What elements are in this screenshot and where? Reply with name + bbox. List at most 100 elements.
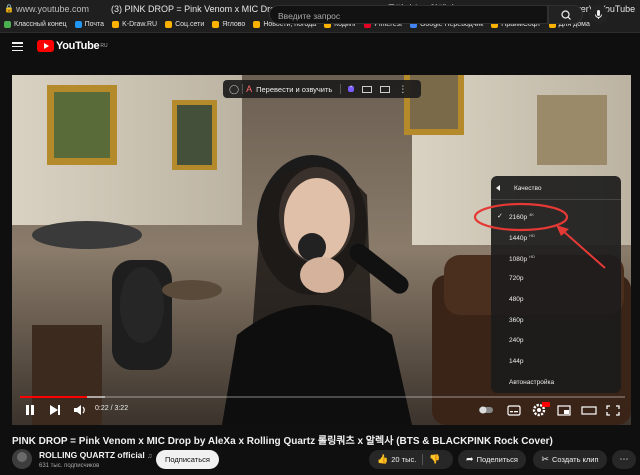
quality-option-label: 480p (509, 296, 523, 303)
autoplay-toggle[interactable] (477, 402, 495, 418)
quality-menu-title: Качество (514, 185, 542, 192)
url-text[interactable]: www.youtube.com (16, 4, 89, 14)
share-icon: ➦ (466, 454, 474, 464)
bookmark-label: Яглово (222, 21, 246, 28)
bookmark-item[interactable]: K-Draw.RU (112, 21, 157, 28)
quality-option[interactable]: Автонастройка (491, 373, 621, 393)
search-box[interactable] (269, 5, 548, 25)
bookmark-item[interactable]: Почта (74, 21, 105, 28)
quality-option-text: 144p (509, 358, 524, 366)
subscriber-count: 631 тыс. подписчиков (39, 463, 100, 469)
bookmark-label: Почта (84, 21, 105, 28)
quality-menu: Качество ✓ 2160p 4K 1440p HD 1080p HD 720p 480p 3… (491, 176, 621, 393)
translate-app-icon[interactable]: ◯ (229, 84, 239, 95)
quality-option[interactable]: 720p (491, 269, 621, 289)
share-button[interactable]: ➦ Поделиться (458, 450, 526, 469)
fullscreen-button[interactable] (604, 402, 622, 418)
translate-toolbar: ◯ А Перевести и озвучить “ ⋮ (223, 80, 421, 98)
subtitles-toggle-icon[interactable]: “ (348, 86, 355, 92)
bookmark-folder-icon (253, 21, 261, 28)
quality-option-label: 720p (509, 275, 523, 282)
share-label: Поделиться (476, 455, 518, 464)
pause-button[interactable] (20, 402, 40, 418)
next-button[interactable] (45, 402, 65, 418)
quality-option-label: Автонастройка (509, 379, 554, 386)
quality-option[interactable]: 480p (491, 290, 621, 310)
search-icon (561, 10, 571, 20)
scissors-icon: ✂ (541, 454, 549, 464)
captions-icon[interactable] (362, 85, 373, 93)
quality-option-text: 1440p (509, 235, 528, 243)
music-note-icon: ♫ (147, 453, 153, 460)
bookmark-folder-icon (4, 21, 11, 28)
youtube-logo[interactable]: YouTube RU (37, 40, 108, 52)
settings-gear-icon[interactable] (530, 400, 550, 418)
quality-option[interactable]: 144p (491, 352, 621, 372)
quality-option[interactable]: 240p (491, 331, 621, 351)
played-bar (20, 396, 87, 398)
quality-option[interactable]: 360p (491, 311, 621, 331)
quality-menu-header[interactable]: Качество (491, 182, 621, 196)
quality-option-label: 144p (509, 358, 523, 365)
clip-label: Создать клип (551, 455, 599, 464)
bookmark-folder-icon (74, 21, 82, 28)
like-dislike-group: 👍 20 тыс. 👎 (369, 450, 453, 469)
more-vert-icon[interactable]: ⋮ (398, 84, 407, 95)
channel-name-text: ROLLING QUARTZ official (39, 450, 145, 460)
bookmark-label: Классный конец (14, 21, 67, 28)
quality-option-text: 240p (509, 337, 524, 345)
like-button[interactable]: 👍 20 тыс. (369, 454, 416, 465)
bookmark-folder-icon (212, 21, 220, 28)
quality-option[interactable]: ✓ 2160p 4K (491, 206, 621, 226)
quality-badge: HD (529, 253, 535, 259)
back-arrow-icon (496, 185, 500, 191)
theater-mode-button[interactable] (580, 402, 598, 418)
quality-badge: HD (529, 232, 535, 238)
subscribe-button[interactable]: Подписаться (156, 450, 219, 469)
quality-option-text: Автонастройка (509, 379, 555, 387)
channel-avatar[interactable] (12, 449, 32, 469)
quality-option-text: 1080p (509, 255, 528, 263)
bookmark-item[interactable]: Классный конец (4, 21, 67, 28)
bookmark-item[interactable]: Соц.сети (165, 21, 204, 28)
translate-button[interactable]: Перевести и озвучить (256, 85, 332, 94)
video-progress-bar[interactable] (20, 396, 625, 398)
microphone-icon (595, 10, 602, 19)
volume-button[interactable] (70, 402, 90, 418)
lock-icon: 🔒 (4, 3, 14, 13)
channel-name[interactable]: ROLLING QUARTZ official ♫ (39, 450, 152, 460)
logo-text: YouTube (56, 40, 100, 52)
subtitles-button[interactable] (505, 402, 523, 418)
logo-region: RU (100, 43, 108, 49)
quality-option-label: 1440p HD (509, 233, 535, 242)
quality-option[interactable]: 1440p HD (491, 227, 621, 247)
quality-option-text: 480p (509, 295, 524, 303)
bookmark-label: K-Draw.RU (122, 21, 158, 28)
voice-search-button[interactable] (589, 5, 608, 24)
translate-icon: А (246, 84, 253, 94)
quality-badge: 4K (529, 212, 534, 217)
menu-icon[interactable] (12, 42, 23, 52)
search-input[interactable] (270, 7, 547, 25)
bookmark-folder-icon (165, 21, 173, 28)
bookmark-folder-icon (112, 21, 120, 28)
quality-option-text: 360p (509, 316, 524, 324)
more-actions-button[interactable]: ⋯ (612, 450, 636, 469)
picture-icon[interactable] (380, 85, 391, 93)
quality-option-text: 2160p (509, 214, 528, 222)
quality-option-label: 360p (509, 317, 523, 324)
create-clip-button[interactable]: ✂ Создать клип (533, 450, 607, 469)
youtube-header: YouTube RU (0, 33, 640, 61)
thumbs-down-icon[interactable]: 👎 (429, 454, 440, 465)
checkmark-icon: ✓ (497, 213, 503, 220)
quality-option-label: 2160p 4K (509, 212, 534, 221)
thumbs-up-icon: 👍 (377, 454, 389, 464)
quality-option-text: 720p (509, 274, 524, 282)
search-button[interactable] (548, 5, 583, 24)
quality-option[interactable]: 1080p HD (491, 248, 621, 268)
more-horiz-icon: ⋯ (619, 454, 629, 464)
bookmark-item[interactable]: Яглово (212, 21, 245, 28)
quality-option-label: 240p (509, 337, 523, 344)
like-count: 20 тыс. (391, 455, 417, 464)
miniplayer-button[interactable] (555, 402, 573, 418)
